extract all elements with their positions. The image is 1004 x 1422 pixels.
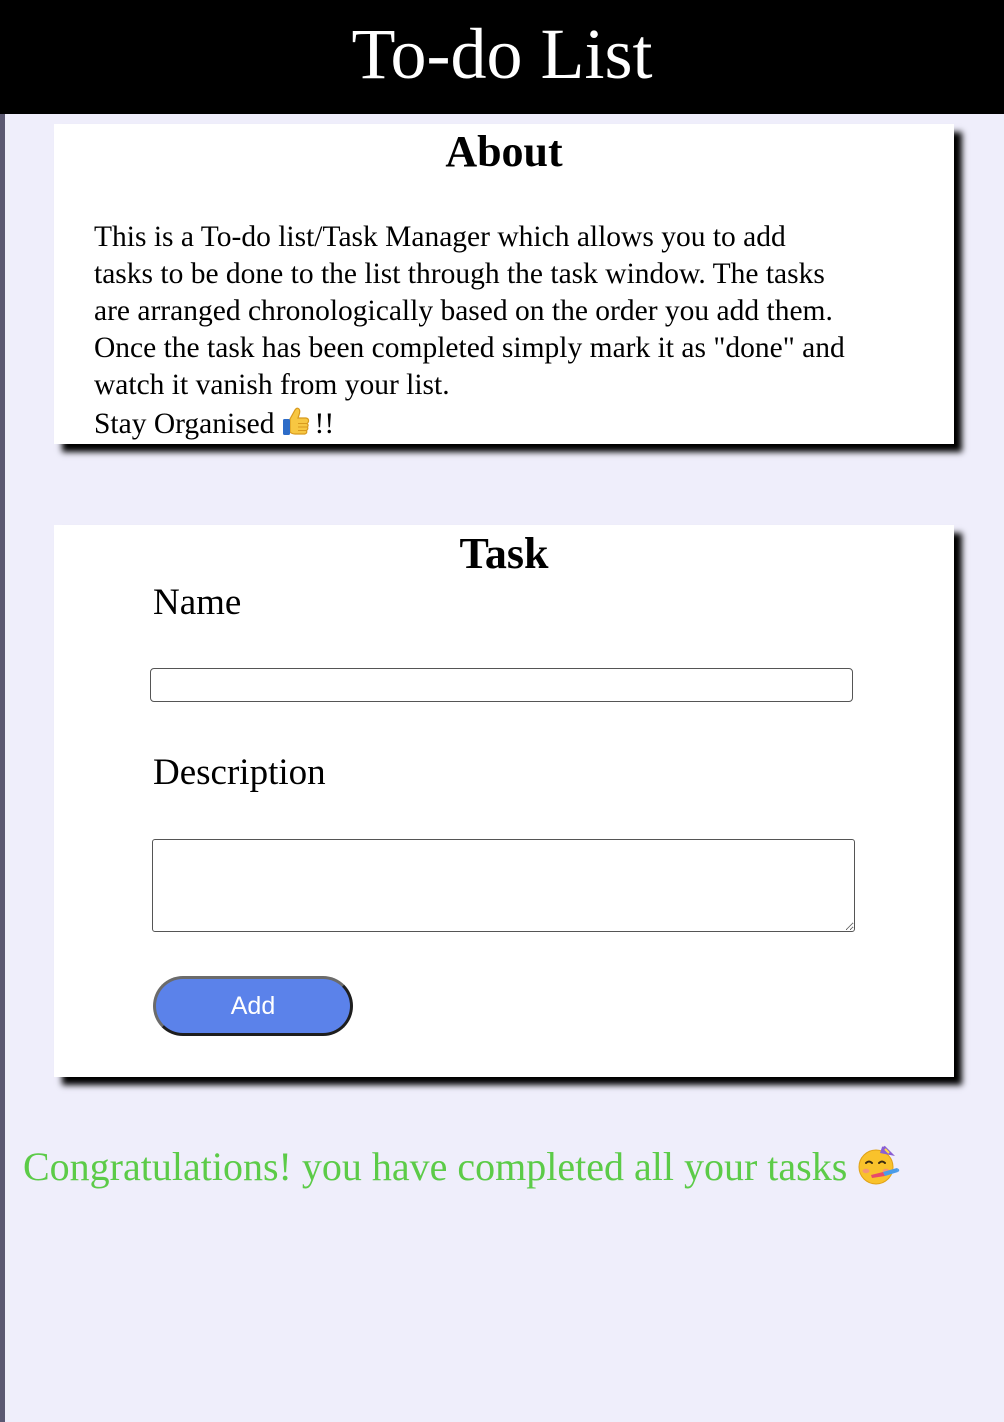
stay-organised-suffix: !! [314, 408, 335, 440]
page-header: To-do List [0, 0, 1004, 114]
about-line: are arranged chronologically based on th… [94, 295, 833, 327]
congratulations-text: Congratulations! you have completed all … [23, 1144, 848, 1189]
task-heading: Task [459, 529, 549, 578]
left-edge-strip [0, 0, 5, 1422]
about-line: Once the task has been completed simply … [94, 332, 845, 364]
thumbs-up-icon [281, 406, 311, 438]
page-title: To-do List [351, 14, 653, 94]
party-face-icon [855, 1142, 901, 1188]
description-label: Description [153, 752, 326, 793]
about-line: watch it vanish from your list. [94, 369, 450, 401]
stay-organised-line: Stay Organised !! [94, 406, 334, 443]
description-textarea[interactable] [152, 839, 855, 932]
task-card: Task Name Description Add [54, 525, 954, 1077]
name-label: Name [153, 582, 242, 623]
about-line: tasks to be done to the list through the… [94, 258, 825, 290]
about-line: This is a To-do list/Task Manager which … [94, 221, 786, 253]
about-description: This is a To-do list/Task Manager which … [94, 219, 924, 404]
add-task-button[interactable]: Add [153, 976, 353, 1036]
about-heading: About [445, 127, 563, 176]
stay-organised-text: Stay Organised [94, 408, 275, 440]
name-input[interactable] [150, 668, 853, 702]
congratulations-message: Congratulations! you have completed all … [23, 1142, 901, 1191]
about-card: About This is a To-do list/Task Manager … [54, 124, 954, 444]
